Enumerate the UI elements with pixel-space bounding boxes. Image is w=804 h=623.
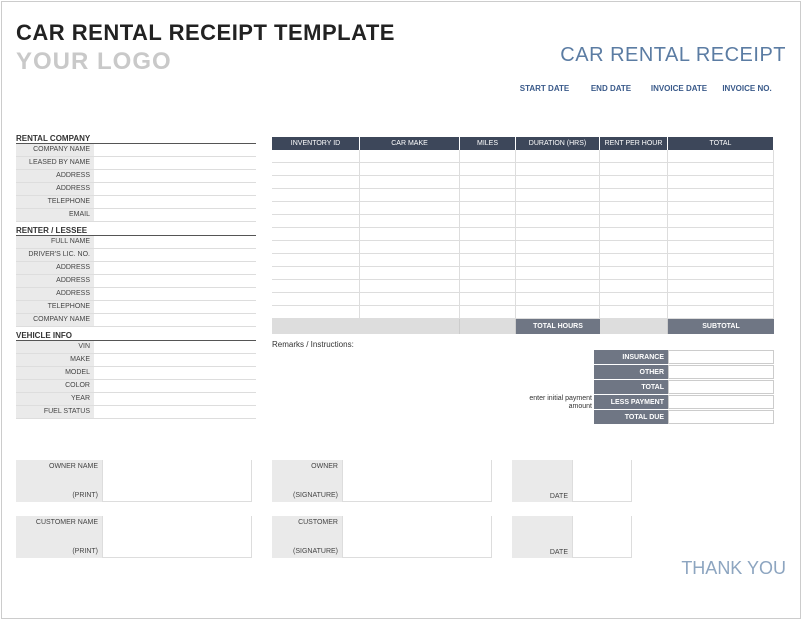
col-inventory: INVENTORY ID bbox=[272, 137, 360, 150]
table-row[interactable] bbox=[272, 189, 774, 202]
field-label: MAKE bbox=[16, 354, 94, 366]
field-label: FULL NAME bbox=[16, 236, 94, 248]
less-payment-value[interactable] bbox=[668, 395, 774, 409]
field-label: ADDRESS bbox=[16, 275, 94, 287]
payment-note: enter initial payment amount bbox=[512, 395, 592, 409]
field-value[interactable] bbox=[94, 393, 256, 405]
table-row[interactable] bbox=[272, 267, 774, 280]
col-total: TOTAL bbox=[668, 137, 774, 150]
col-miles: MILES bbox=[460, 137, 516, 150]
customer-sig-label: CUSTOMER(SIGNATURE) bbox=[272, 516, 342, 558]
table-row[interactable] bbox=[272, 306, 774, 319]
table-row[interactable] bbox=[272, 280, 774, 293]
field-label: EMAIL bbox=[16, 209, 94, 221]
field-label: COLOR bbox=[16, 380, 94, 392]
owner-sig-box[interactable] bbox=[342, 460, 492, 502]
start-date-label: START DATE bbox=[512, 82, 577, 96]
field-value[interactable] bbox=[94, 406, 256, 418]
table-row[interactable] bbox=[272, 241, 774, 254]
field-value[interactable] bbox=[94, 262, 256, 274]
field-label: TELEPHONE bbox=[16, 301, 94, 313]
field-value[interactable] bbox=[94, 354, 256, 366]
field-value[interactable] bbox=[94, 170, 256, 182]
field-value[interactable] bbox=[94, 144, 256, 156]
table-row[interactable] bbox=[272, 254, 774, 267]
field-label: COMPANY NAME bbox=[16, 144, 94, 156]
field-label: MODEL bbox=[16, 367, 94, 379]
field-value[interactable] bbox=[94, 314, 256, 326]
owner-name-box[interactable] bbox=[102, 460, 252, 502]
total-value[interactable] bbox=[668, 380, 774, 394]
field-value[interactable] bbox=[94, 301, 256, 313]
field-label: ADDRESS bbox=[16, 170, 94, 182]
table-row[interactable] bbox=[272, 228, 774, 241]
other-value[interactable] bbox=[668, 365, 774, 379]
table-row[interactable] bbox=[272, 215, 774, 228]
total-hours-label: TOTAL HOURS bbox=[516, 319, 600, 334]
page-title: CAR RENTAL RECEIPT TEMPLATE bbox=[16, 20, 786, 46]
less-payment-label: LESS PAYMENT bbox=[594, 395, 668, 409]
customer-sig-box[interactable] bbox=[342, 516, 492, 558]
field-label: LEASED BY NAME bbox=[16, 157, 94, 169]
table-row[interactable] bbox=[272, 202, 774, 215]
col-make: CAR MAKE bbox=[360, 137, 460, 150]
field-label: YEAR bbox=[16, 393, 94, 405]
field-value[interactable] bbox=[94, 367, 256, 379]
thank-you-text: THANK YOU bbox=[681, 558, 786, 578]
table-row[interactable] bbox=[272, 163, 774, 176]
vehicle-header: VEHICLE INFO bbox=[16, 331, 256, 341]
field-label: TELEPHONE bbox=[16, 196, 94, 208]
receipt-heading: CAR RENTAL RECEIPT bbox=[560, 44, 786, 67]
customer-date-box[interactable] bbox=[572, 516, 632, 558]
field-value[interactable] bbox=[94, 249, 256, 261]
col-duration: DURATION (HRS) bbox=[516, 137, 600, 150]
remarks-label: Remarks / Instructions: bbox=[272, 340, 774, 349]
totals-spacer bbox=[460, 319, 516, 334]
owner-date-box[interactable] bbox=[572, 460, 632, 502]
owner-sig-label: OWNER(SIGNATURE) bbox=[272, 460, 342, 502]
owner-date-label: DATE bbox=[512, 460, 572, 502]
other-label: OTHER bbox=[594, 365, 668, 379]
field-value[interactable] bbox=[94, 380, 256, 392]
customer-name-label: CUSTOMER NAME(PRINT) bbox=[16, 516, 102, 558]
field-value[interactable] bbox=[94, 288, 256, 300]
field-label: DRIVER'S LIC. NO. bbox=[16, 249, 94, 261]
date-header-row: START DATE END DATE INVOICE DATE INVOICE… bbox=[512, 82, 781, 96]
table-row[interactable] bbox=[272, 293, 774, 306]
field-value[interactable] bbox=[94, 209, 256, 221]
totals-spacer bbox=[272, 319, 460, 334]
field-label: COMPANY NAME bbox=[16, 314, 94, 326]
col-rent: RENT PER HOUR bbox=[600, 137, 668, 150]
customer-date-label: DATE bbox=[512, 516, 572, 558]
field-value[interactable] bbox=[94, 157, 256, 169]
field-value[interactable] bbox=[94, 183, 256, 195]
customer-name-box[interactable] bbox=[102, 516, 252, 558]
table-row[interactable] bbox=[272, 176, 774, 189]
invoice-date-label: INVOICE DATE bbox=[645, 82, 713, 96]
insurance-label: INSURANCE bbox=[594, 350, 668, 364]
table-row[interactable] bbox=[272, 150, 774, 163]
field-value[interactable] bbox=[94, 236, 256, 248]
total-due-label: TOTAL DUE bbox=[594, 410, 668, 424]
total-due-value[interactable] bbox=[668, 410, 774, 424]
total-label: TOTAL bbox=[594, 380, 668, 394]
field-label: ADDRESS bbox=[16, 288, 94, 300]
line-items-table: INVENTORY ID CAR MAKE MILES DURATION (HR… bbox=[272, 137, 774, 424]
end-date-label: END DATE bbox=[577, 82, 645, 96]
rental-company-header: RENTAL COMPANY bbox=[16, 134, 256, 144]
owner-name-label: OWNER NAME(PRINT) bbox=[16, 460, 102, 502]
field-value[interactable] bbox=[94, 275, 256, 287]
subtotal-label: SUBTOTAL bbox=[668, 319, 774, 334]
totals-spacer bbox=[600, 319, 668, 334]
field-label: VIN bbox=[16, 341, 94, 353]
field-label: ADDRESS bbox=[16, 183, 94, 195]
invoice-no-label: INVOICE NO. bbox=[713, 82, 781, 96]
field-value[interactable] bbox=[94, 196, 256, 208]
insurance-value[interactable] bbox=[668, 350, 774, 364]
field-label: FUEL STATUS bbox=[16, 406, 94, 418]
renter-header: RENTER / LESSEE bbox=[16, 226, 256, 236]
field-value[interactable] bbox=[94, 341, 256, 353]
field-label: ADDRESS bbox=[16, 262, 94, 274]
